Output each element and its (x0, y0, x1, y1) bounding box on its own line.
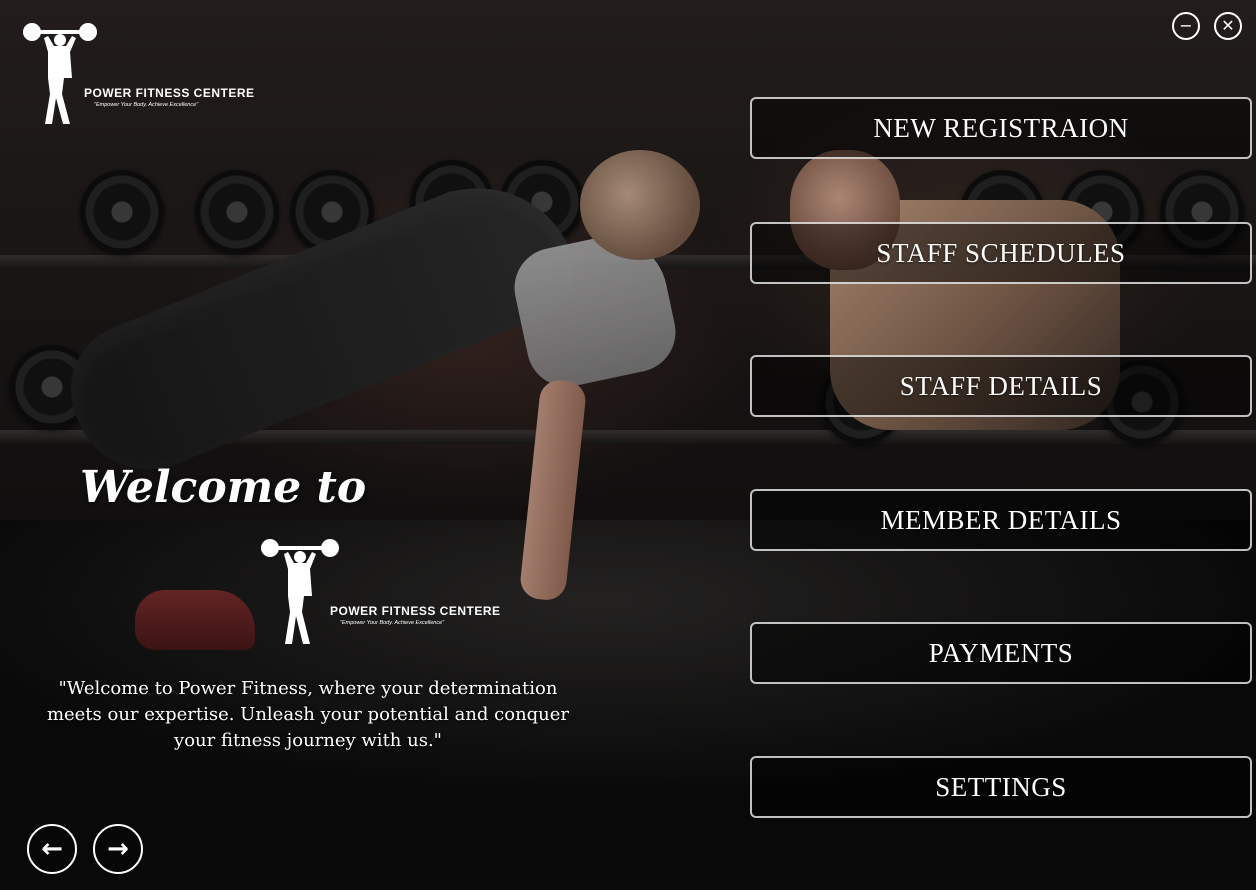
brand-tagline: "Empower Your Body. Achieve Excellence" (94, 102, 199, 108)
x-circle-icon: ✕ (1221, 16, 1235, 35)
weightlifter-icon (23, 23, 97, 124)
arrow-left-icon: ← (41, 834, 63, 864)
weightlifter-icon (261, 539, 339, 644)
payments-button[interactable]: PAYMENTS (750, 622, 1252, 684)
minimize-button[interactable]: − (1172, 12, 1200, 40)
welcome-brand-name: POWER FITNESS CENTERE (330, 604, 501, 618)
staff-schedules-button[interactable]: STAFF SCHEDULES (750, 222, 1252, 284)
new-registration-button[interactable]: NEW REGISTRAION (750, 97, 1252, 159)
previous-button[interactable]: ← (27, 824, 77, 874)
arrow-right-icon: → (107, 834, 129, 864)
staff-details-button[interactable]: STAFF DETAILS (750, 355, 1252, 417)
welcome-brand-tagline: "Empower Your Body. Achieve Excellence" (340, 620, 445, 626)
brand-name: POWER FITNESS CENTERE (84, 86, 255, 100)
welcome-quote: "Welcome to Power Fitness, where your de… (46, 678, 570, 751)
close-button[interactable]: ✕ (1214, 12, 1242, 40)
member-details-button[interactable]: MEMBER DETAILS (750, 489, 1252, 551)
minus-circle-icon: − (1179, 16, 1193, 35)
next-button[interactable]: → (93, 824, 143, 874)
brand-logo: POWER FITNESS CENTERE "Empower Your Body… (18, 16, 254, 128)
welcome-brand-logo: POWER FITNESS CENTERE "Empower Your Body… (258, 532, 508, 648)
settings-button[interactable]: SETTINGS (750, 756, 1252, 818)
welcome-heading: Welcome to (80, 462, 367, 513)
